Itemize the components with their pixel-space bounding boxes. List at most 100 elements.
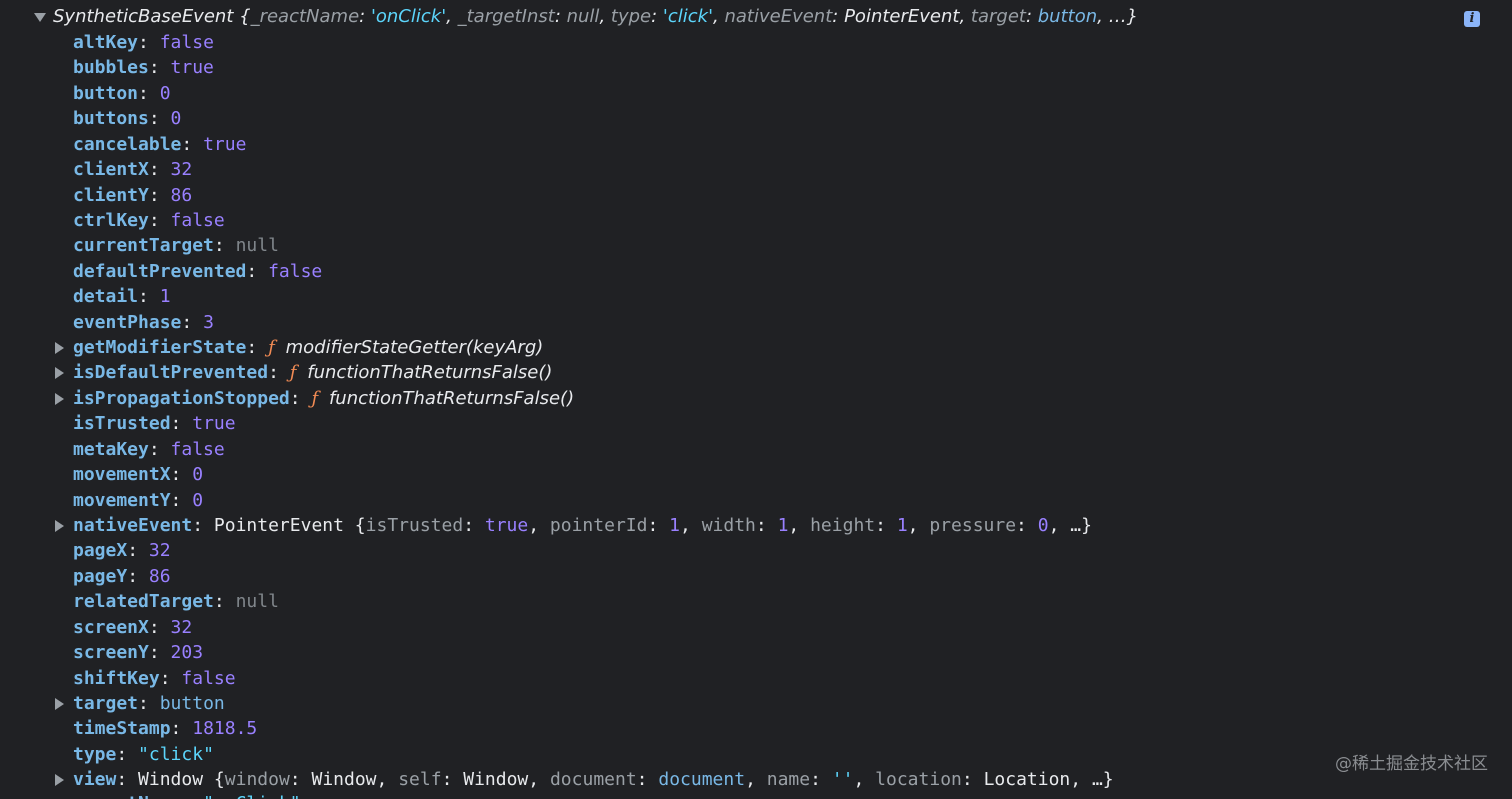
header-comma: , [599,6,611,27]
property-row-cut: _reactName: "onClick" [73,791,301,799]
header-sep: : [651,6,663,27]
property-row-view[interactable]: view: Window {window: Window, self: Wind… [0,767,1512,792]
property-key: metaKey [73,438,149,460]
property-row-altKey: altKey: false [0,30,1512,55]
property-line: clientY: 86 [73,184,193,206]
property-row-defaultPrevented: defaultPrevented: false [0,259,1512,284]
collapse-triangle-icon[interactable] [34,13,46,22]
property-line: detail: 1 [73,286,171,308]
property-line: clientX: 32 [73,159,193,181]
property-key: shiftKey [73,667,160,689]
property-row-isDefaultPrevented[interactable]: isDefaultPrevented: ƒ functionThatReturn… [0,360,1512,385]
property-key: isDefaultPrevented [73,362,269,384]
property-line: screenX: 32 [73,616,193,638]
property-key: detail [73,286,139,308]
header-comma: , [713,6,725,27]
property-value: true [170,57,214,79]
header-sep: : [832,6,845,27]
property-value: 0 [192,489,204,511]
info-icon[interactable]: i [1464,11,1480,27]
event-summary-header[interactable]: SyntheticBaseEvent {_reactName: 'onClick… [0,4,1512,29]
preview-key: height [810,514,876,536]
property-line: ctrlKey: false [73,209,225,231]
open-brace: { [233,6,251,27]
property-row-screenY: screenY: 203 [0,640,1512,665]
event-class-name: SyntheticBaseEvent [53,6,234,27]
property-row-getModifierState[interactable]: getModifierState: ƒ modifierStateGetter(… [0,335,1512,360]
header-key: target [970,6,1026,27]
preview-value: '' [831,769,854,791]
property-row-shiftKey: shiftKey: false [0,666,1512,691]
property-key: buttons [73,108,149,130]
property-value: false [170,209,225,231]
expand-triangle-icon[interactable] [55,774,64,787]
property-key: _reactName [73,793,181,799]
property-line: button: 0 [73,82,171,104]
property-row-isPropagationStopped[interactable]: isPropagationStopped: ƒ functionThatRetu… [0,386,1512,411]
property-line: nativeEvent: PointerEvent {isTrusted: tr… [73,514,1092,536]
property-value: 0 [192,464,204,486]
property-key: type [73,743,117,765]
object-constructor: Window [138,769,204,791]
property-row-pageY: pageY: 86 [0,564,1512,589]
preview-value: 1 [669,514,680,536]
preview-value: Location [983,769,1071,791]
property-row-isTrusted: isTrusted: true [0,411,1512,436]
property-value: 32 [170,616,193,638]
header-value: null [566,6,600,27]
property-key: movementX [73,464,171,486]
property-value: functionThatReturnsFalse() [307,362,553,384]
property-value: "click" [138,743,214,765]
property-value: modifierStateGetter(keyArg) [285,337,544,359]
property-row-cancelable: cancelable: true [0,132,1512,157]
property-row-type: type: "click" [0,742,1512,767]
preview-key: pressure [929,514,1017,536]
property-line: metaKey: false [73,438,225,460]
expand-triangle-icon[interactable] [55,342,64,355]
function-icon: ƒ [268,337,275,359]
property-key: getModifierState [73,337,247,359]
property-key: pageY [73,565,128,587]
expand-triangle-icon[interactable] [55,697,64,710]
property-row-clientY: clientY: 86 [0,183,1512,208]
property-line: shiftKey: false [73,667,236,689]
property-value: 1818.5 [192,718,258,740]
property-value: button [159,692,225,714]
property-row-movementX: movementX: 0 [0,462,1512,487]
property-key: isPropagationStopped [73,387,290,409]
property-row-metaKey: metaKey: false [0,437,1512,462]
property-value: 86 [148,565,171,587]
property-key: altKey [73,32,139,53]
header-sep: : [359,6,371,27]
property-key: timeStamp [73,718,171,740]
property-line: getModifierState: ƒ modifierStateGetter(… [73,337,544,359]
property-line: view: Window {window: Window, self: Wind… [73,769,1114,791]
property-value: true [192,413,236,435]
property-key: movementY [73,489,171,511]
property-row-ctrlKey: ctrlKey: false [0,208,1512,233]
expand-triangle-icon[interactable] [55,519,64,532]
preview-key: document [549,769,637,791]
header-key: _targetInst [457,6,555,27]
property-value: false [159,32,214,53]
header-sep: : [1025,6,1038,27]
property-row-screenX: screenX: 32 [0,615,1512,640]
header-value: 'onClick' [370,6,447,27]
property-row-currentTarget: currentTarget: null [0,233,1512,258]
property-row-target[interactable]: target: button [0,691,1512,716]
expand-triangle-icon[interactable] [55,367,64,380]
property-key: clientX [73,159,149,181]
property-key: cancelable [73,133,182,155]
property-row-buttons: buttons: 0 [0,106,1512,131]
property-key: ctrlKey [73,209,149,231]
expand-triangle-icon[interactable] [55,392,64,405]
event-summary-text: SyntheticBaseEvent {_reactName: 'onClick… [53,4,1138,29]
preview-key: window [224,769,290,791]
property-line: altKey: false [73,32,214,53]
property-key: relatedTarget [73,591,214,613]
object-constructor: PointerEvent [213,514,344,536]
property-value: 203 [170,642,204,664]
property-row-button: button: 0 [0,81,1512,106]
property-line: pageX: 32 [73,540,171,562]
property-row-nativeEvent[interactable]: nativeEvent: PointerEvent {isTrusted: tr… [0,513,1512,538]
